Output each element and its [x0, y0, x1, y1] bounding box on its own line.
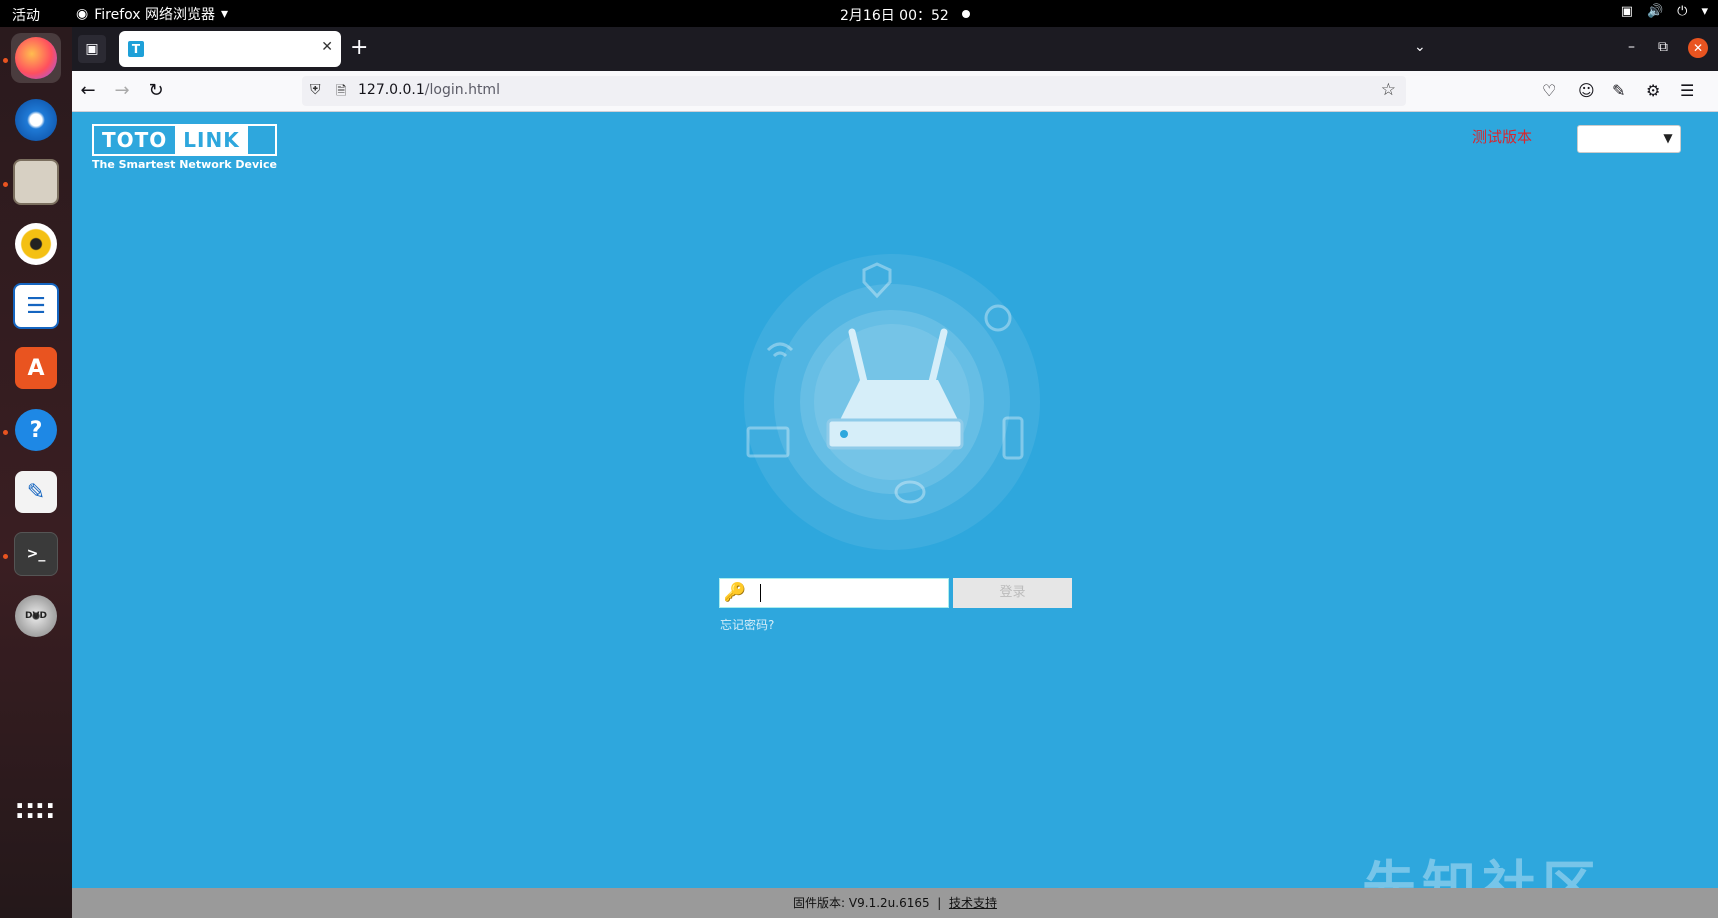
forgot-password-link[interactable]: 忘记密码? [720, 616, 774, 633]
forward-button[interactable]: → [110, 79, 134, 103]
dock-app-grid[interactable]: ∷∷ [11, 787, 61, 837]
app-menu-label: Firefox 网络浏览器 [94, 7, 216, 23]
dvd-icon: DVD [15, 595, 57, 637]
reload-button[interactable]: ↻ [144, 79, 168, 103]
chevron-down-icon: ▾ [221, 6, 229, 22]
dock-software[interactable]: A [11, 343, 61, 393]
dock-help[interactable]: ? [11, 405, 61, 455]
firefox-view-button[interactable]: ▣ [78, 35, 106, 63]
url-text[interactable]: 127.0.0.1/login.html [358, 82, 500, 98]
account-icon[interactable]: ☺ [1578, 81, 1595, 100]
power-icon: ⏻ [1677, 4, 1688, 19]
url-bar[interactable]: ⛨ 🗎 127.0.0.1/login.html ☆ [302, 76, 1406, 106]
dock: ☰ A ? ✎ >_ DVD ∷∷ [0, 27, 72, 918]
password-field[interactable]: 🔑 [719, 578, 949, 608]
logo-left: TOTO [94, 126, 176, 154]
volume-icon: 🔊 [1646, 4, 1664, 19]
firefox-window: ▣ T ✕ + ⌄ – ⧉ ✕ ← → ↻ ⛨ 🗎 127.0.0.1/logi… [72, 27, 1718, 918]
dock-files[interactable] [11, 157, 61, 207]
tech-support-link[interactable]: 技术支持 [949, 896, 997, 910]
url-host: 127.0.0.1 [358, 82, 425, 98]
window-close-button[interactable]: ✕ [1688, 38, 1708, 58]
firefox-small-icon: ◉ [76, 6, 89, 22]
thunderbird-icon [15, 99, 57, 141]
system-top-bar: 活动 ◉ Firefox 网络浏览器 ▾ 2月16日 00：52 ▣ 🔊 ⏻ ▾ [0, 0, 1718, 27]
logo-right: LINK [175, 126, 248, 154]
login-button[interactable]: 登录 [953, 578, 1072, 608]
text-caret [760, 584, 761, 602]
nav-bar: ← → ↻ ⛨ 🗎 127.0.0.1/login.html ☆ ♡ ☺ ✎ ⚙… [72, 71, 1718, 112]
language-select[interactable]: ▼ [1577, 125, 1681, 153]
clock[interactable]: 2月16日 00：52 [840, 5, 949, 25]
page-info-icon[interactable]: 🗎 [336, 82, 346, 104]
back-button[interactable]: ← [76, 79, 100, 103]
footer-separator: | [937, 896, 942, 910]
app-menu[interactable]: ◉ Firefox 网络浏览器 ▾ [76, 4, 228, 24]
addon-icon[interactable]: ⚙ [1646, 81, 1660, 100]
url-path: /login.html [424, 82, 500, 98]
bookmark-star-icon[interactable]: ☆ [1381, 80, 1396, 100]
running-indicator [3, 58, 8, 63]
dock-thunderbird[interactable] [11, 95, 61, 145]
web-page: TOTO LINK The Smartest Network Device 测试… [72, 112, 1718, 918]
software-icon: A [15, 347, 57, 389]
pocket-icon[interactable]: ♡ [1542, 81, 1556, 100]
key-icon: 🔑 [723, 582, 747, 603]
dock-terminal[interactable]: >_ [11, 529, 61, 579]
chevron-down-icon: ▼ [1663, 131, 1673, 145]
files-icon [13, 159, 59, 205]
running-indicator [3, 430, 8, 435]
rhythmbox-icon [15, 223, 57, 265]
tracking-shield-icon[interactable]: ⛨ [310, 82, 321, 98]
list-tabs-icon[interactable]: ⌄ [1414, 39, 1426, 55]
close-tab-icon[interactable]: ✕ [321, 39, 333, 55]
dock-firefox[interactable] [11, 33, 61, 83]
totolink-logo: TOTO LINK The Smartest Network Device [92, 124, 277, 171]
menu-icon[interactable]: ☰ [1680, 81, 1694, 100]
restore-button[interactable]: ⧉ [1658, 39, 1668, 55]
notification-dot [962, 10, 970, 18]
login-form: 🔑 登录 [719, 578, 1072, 608]
running-indicator [3, 182, 8, 187]
dock-writer[interactable]: ☰ [11, 281, 61, 331]
activities-button[interactable]: 活动 [12, 5, 40, 25]
terminal-icon: >_ [14, 532, 58, 576]
dock-rhythmbox[interactable] [11, 219, 61, 269]
system-tray[interactable]: ▣ 🔊 ⏻ ▾ [1621, 4, 1708, 19]
firmware-version: 固件版本: V9.1.2u.6165 [793, 896, 930, 910]
firefox-icon [15, 37, 57, 79]
router-illustration [744, 254, 1040, 550]
dock-dvd[interactable]: DVD [11, 591, 61, 641]
apps-grid-icon: ∷∷ [15, 797, 57, 827]
totolink-favicon-icon: T [128, 41, 144, 57]
new-tab-button[interactable]: + [350, 35, 368, 61]
extensions-icon[interactable]: ✎ [1612, 81, 1625, 100]
chevron-down-icon: ▾ [1701, 4, 1708, 19]
tab-login[interactable]: T ✕ [119, 31, 341, 67]
help-icon: ? [15, 409, 57, 451]
network-icon: ▣ [1620, 4, 1633, 19]
logo-tagline: The Smartest Network Device [92, 158, 277, 171]
text-editor-icon: ✎ [15, 471, 57, 513]
tab-bar: ▣ T ✕ + ⌄ – ⧉ ✕ [72, 27, 1718, 71]
writer-icon: ☰ [13, 283, 59, 329]
running-indicator [3, 554, 8, 559]
dock-text-editor[interactable]: ✎ [11, 467, 61, 517]
minimize-button[interactable]: – [1628, 39, 1635, 55]
test-version-label: 测试版本 [1472, 128, 1533, 146]
footer: 固件版本: V9.1.2u.6165 | 技术支持 [72, 888, 1718, 918]
